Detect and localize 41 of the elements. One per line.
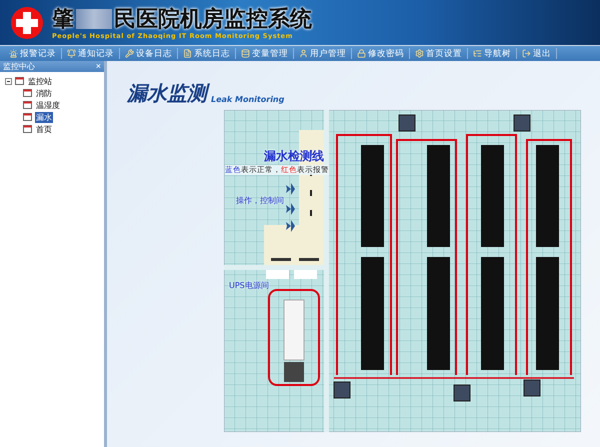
toolbar-button[interactable]: 导航树 (468, 48, 517, 59)
room-label: 操作，控制间 (236, 195, 284, 206)
page-icon (23, 89, 32, 97)
toolbar-button[interactable]: 用户管理 (294, 48, 352, 59)
toolbar-button[interactable]: 通知记录 (62, 48, 120, 59)
sidebar-title: 监控中心 (3, 61, 35, 72)
toolbar-button[interactable]: 报警记录 (4, 48, 62, 59)
settings-icon (415, 49, 424, 58)
tree-item[interactable]: 温湿度 (35, 100, 61, 110)
tree-icon (473, 49, 482, 58)
lock-icon (357, 49, 366, 58)
toolbar-button[interactable]: 修改密码 (352, 48, 410, 59)
collapse-icon[interactable] (5, 78, 12, 84)
wrench-icon (125, 49, 134, 58)
toolbar-button[interactable]: 系统日志 (178, 48, 236, 59)
tree-item[interactable]: 监控站 (27, 76, 53, 86)
toolbar-button[interactable]: 设备日志 (120, 48, 178, 59)
user-icon (299, 49, 308, 58)
room-label: UPS电源间 (229, 280, 269, 291)
tree-item[interactable]: 消防 (35, 88, 53, 98)
logout-icon (522, 49, 531, 58)
siren-icon (9, 49, 18, 58)
app-title: 民医院机房监控系统 (114, 6, 312, 32)
cross-logo (10, 6, 44, 40)
close-button[interactable]: × (96, 62, 101, 71)
page-icon (23, 101, 32, 109)
toolbar-button[interactable]: 首页设置 (410, 48, 468, 59)
legend-title: 漏水检测线 (264, 148, 324, 165)
toolbar-button[interactable]: 退出 (517, 48, 557, 59)
database-icon (241, 49, 250, 58)
document-icon (183, 49, 192, 58)
app-title: 肇 (52, 6, 74, 32)
page-icon (23, 125, 32, 133)
blurred-block (76, 8, 112, 28)
tree-item[interactable]: 漏水 (35, 112, 53, 122)
page-subtitle: Leak Monitoring (211, 95, 284, 106)
page-icon (15, 77, 24, 85)
toolbar-button[interactable]: 变量管理 (236, 48, 294, 59)
bell-icon (67, 49, 76, 58)
tree-item[interactable]: 首页 (35, 124, 53, 134)
page-icon (23, 113, 32, 121)
